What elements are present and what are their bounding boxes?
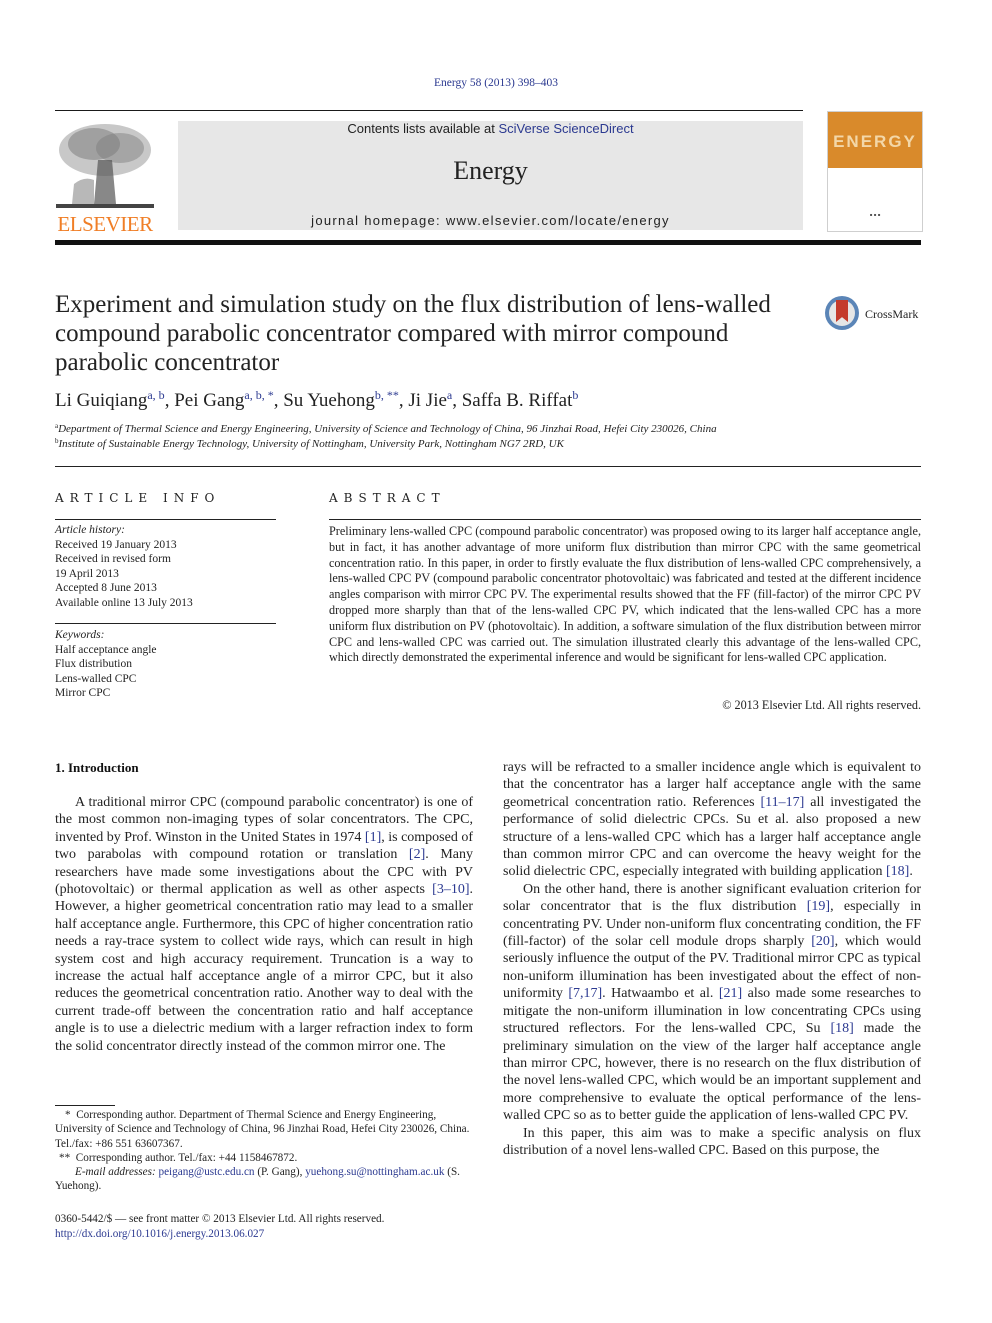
citation-link[interactable]: [21] xyxy=(719,986,742,1001)
sciencedirect-link[interactable]: SciVerse ScienceDirect xyxy=(498,121,633,136)
history-item: Received in revised form xyxy=(55,553,171,565)
section-heading-introduction: 1. Introduction xyxy=(55,760,139,775)
abstract-copyright: © 2013 Elsevier Ltd. All rights reserved… xyxy=(722,698,921,712)
author-name[interactable]: Li Guiqiang xyxy=(55,390,147,411)
footnote-corresponding-2: ** Corresponding author. Tel./fax: +44 1… xyxy=(55,1151,473,1165)
footnote-text: Corresponding author. Tel./fax: +44 1158… xyxy=(75,1151,298,1164)
body-paragraph: On the other hand, there is another sign… xyxy=(503,881,921,1125)
author-affil-sup[interactable]: b xyxy=(572,388,578,402)
footnote-divider xyxy=(55,1105,115,1106)
citation-link[interactable]: [3–10] xyxy=(432,882,469,897)
journal-homepage-link[interactable]: journal homepage: www.elsevier.com/locat… xyxy=(178,213,803,228)
footnote-text: Corresponding author. Department of Ther… xyxy=(55,1109,470,1150)
body-text: made the preliminary simulation on the v… xyxy=(503,1021,921,1124)
citation-link[interactable]: [18] xyxy=(886,864,909,879)
footnote-corresponding-1: * Corresponding author. Department of Th… xyxy=(55,1108,473,1151)
citation-link[interactable]: [20] xyxy=(811,934,834,949)
abstract-heading: ABSTRACT xyxy=(329,491,446,505)
history-item: Received 19 January 2013 xyxy=(55,538,177,551)
keyword: Flux distribution xyxy=(55,658,132,670)
author-list: Li Guiqianga, b, Pei Ganga, b, *, Su Yue… xyxy=(55,388,579,411)
contents-line: Contents lists available at SciVerse Sci… xyxy=(178,121,803,136)
header-divider xyxy=(55,110,803,111)
keywords-label: Keywords: xyxy=(55,629,105,641)
email-link-pei[interactable]: peigang@ustc.edu.cn xyxy=(158,1166,254,1178)
citation-link[interactable]: [2] xyxy=(409,847,425,862)
keywords-divider xyxy=(55,623,276,624)
history-label: Article history: xyxy=(55,524,125,536)
journal-cover-thumbnail[interactable]: ENERGY ▪ ▪ ▪ xyxy=(827,111,923,232)
doi-link[interactable]: http://dx.doi.org/10.1016/j.energy.2013.… xyxy=(55,1227,384,1242)
body-text: . Hatwaambo et al. xyxy=(602,986,719,1002)
elsevier-wordmark: ELSEVIER xyxy=(57,212,153,236)
history-item: 19 April 2013 xyxy=(55,567,119,580)
body-column-left: A traditional mirror CPC (compound parab… xyxy=(55,794,473,1055)
abstract-text: Preliminary lens-walled CPC (compound pa… xyxy=(329,524,921,665)
author-affil-sup[interactable]: a, b xyxy=(147,388,164,402)
keyword: Half acceptance angle xyxy=(55,643,157,656)
author-name[interactable]: Saffa B. Riffat xyxy=(462,390,573,411)
keyword: Lens-walled CPC xyxy=(55,672,137,685)
article-history: Article history: Received 19 January 201… xyxy=(55,523,276,610)
body-text: . However, a higher geometrical concentr… xyxy=(55,882,473,1054)
history-item: Accepted 8 June 2013 xyxy=(55,582,157,594)
crossmark-label: CrossMark xyxy=(865,307,919,321)
citation-link[interactable]: [1] xyxy=(365,830,381,845)
email-owner: (P. Gang), xyxy=(254,1166,306,1179)
body-column-right: rays will be refracted to a smaller inci… xyxy=(503,759,921,1159)
footnote-mark: ** xyxy=(59,1151,71,1164)
author-affil-sup[interactable]: a xyxy=(447,388,452,402)
citation-link[interactable]: [11–17] xyxy=(761,795,805,810)
history-item: Available online 13 July 2013 xyxy=(55,596,193,609)
citation-link[interactable]: [19] xyxy=(807,899,830,914)
body-paragraph: In this paper, this aim was to make a sp… xyxy=(503,1125,921,1160)
header-thick-divider xyxy=(55,240,921,245)
keyword: Mirror CPC xyxy=(55,687,111,699)
affiliation-text: Institute of Sustainable Energy Technolo… xyxy=(58,438,564,450)
abstract-divider xyxy=(329,519,921,520)
affiliation-b: bInstitute of Sustainable Energy Technol… xyxy=(55,438,564,451)
author-name[interactable]: Ji Jie xyxy=(408,390,447,411)
affiliation-a: aDepartment of Thermal Science and Energ… xyxy=(55,423,717,436)
journal-citation-link[interactable]: Energy 58 (2013) 398–403 xyxy=(0,77,992,89)
affiliation-text: Department of Thermal Science and Energy… xyxy=(58,423,717,435)
citation-link[interactable]: [7,17] xyxy=(568,986,602,1001)
cover-title: ENERGY xyxy=(833,132,917,151)
author-affil-sup[interactable]: a, b, * xyxy=(244,388,273,402)
journal-name: Energy xyxy=(453,156,528,185)
body-paragraph: rays will be refracted to a smaller inci… xyxy=(503,759,921,881)
author-name[interactable]: Pei Gang xyxy=(174,390,244,411)
author-name[interactable]: Su Yuehong xyxy=(283,390,375,411)
article-info-divider xyxy=(55,519,276,520)
author-affil-sup[interactable]: b, ** xyxy=(375,388,399,402)
body-text: . xyxy=(909,864,913,880)
body-text: In this paper, this aim was to make a sp… xyxy=(503,1125,921,1158)
issn-line: 0360-5442/$ — see front matter © 2013 El… xyxy=(55,1213,385,1225)
body-paragraph: A traditional mirror CPC (compound parab… xyxy=(55,794,473,1055)
crossmark-button[interactable]: CrossMark xyxy=(825,296,935,336)
contents-prefix: Contents lists available at xyxy=(347,121,499,136)
footnotes: * Corresponding author. Department of Th… xyxy=(55,1108,473,1194)
footnote-emails: E-mail addresses: peigang@ustc.edu.cn (P… xyxy=(55,1165,473,1194)
article-title: Experiment and simulation study on the f… xyxy=(55,291,771,376)
keywords-list: Keywords: Half acceptance angle Flux dis… xyxy=(55,628,276,701)
cover-publisher-mark: ▪ ▪ ▪ xyxy=(869,212,881,217)
article-info-heading: ARTICLE INFO xyxy=(55,491,221,505)
citation-link[interactable]: [18] xyxy=(830,1021,853,1036)
email-label: E-mail addresses: xyxy=(75,1166,156,1179)
email-link-su[interactable]: yuehong.su@nottingham.ac.uk xyxy=(305,1166,444,1178)
issn-block: 0360-5442/$ — see front matter © 2013 El… xyxy=(55,1212,384,1242)
footnote-mark: * xyxy=(65,1109,71,1121)
affiliation-divider xyxy=(55,466,921,467)
